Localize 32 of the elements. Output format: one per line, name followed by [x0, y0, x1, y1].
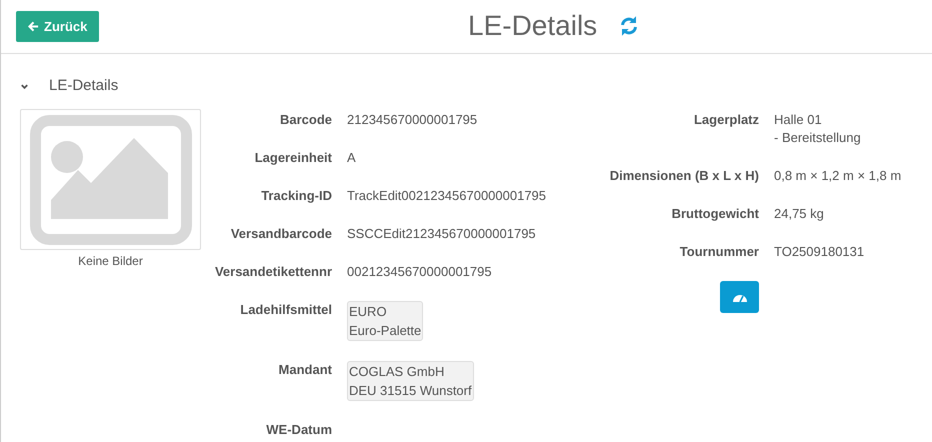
- field-value: 24,75 kg: [774, 205, 824, 223]
- field-value: 0,8 m × 1,2 m × 1,8 m: [774, 167, 902, 185]
- image-caption: Keine Bilder: [78, 253, 143, 270]
- field-label: Lagereinheit: [254, 149, 332, 167]
- refresh-icon[interactable]: [619, 16, 640, 36]
- value-tag: COGLAS GmbH DEU 31515 Wunstorf: [347, 361, 474, 401]
- field-value: SSCCEdit212345670000001795: [347, 225, 536, 243]
- field-label: Tracking-ID: [260, 187, 332, 205]
- field-label: Bruttogewicht: [670, 205, 759, 223]
- field-label: Tournummer: [678, 243, 759, 261]
- field-label: Lagerplatz: [692, 111, 759, 129]
- dashboard-button[interactable]: [720, 281, 759, 313]
- field-value: TrackEdit00212345670000001795: [347, 187, 546, 205]
- field-value: Halle 01 - Bereitstellung: [774, 111, 861, 147]
- image-icon: [30, 114, 192, 244]
- section-title: LE-Details: [49, 76, 118, 96]
- field-label: Mandant: [278, 361, 332, 379]
- field-label: Dimensionen (B x L x H): [608, 167, 759, 185]
- field-value: 212345670000001795: [347, 111, 478, 129]
- page-title: LE-Details: [468, 10, 598, 42]
- field-label: Ladehilfsmittel: [239, 301, 332, 319]
- field-label: Versandetikettennr: [214, 263, 332, 281]
- field-label: Versandbarcode: [230, 225, 332, 243]
- chevron-down-icon[interactable]: [20, 82, 29, 90]
- field-label: WE-Datum: [265, 421, 332, 439]
- back-button[interactable]: Zurück: [16, 11, 100, 42]
- field-value: TO2509180131: [774, 243, 864, 261]
- field-value: A: [347, 149, 356, 167]
- value-tag: EURO Euro-Palette: [347, 301, 424, 341]
- field-label: Barcode: [278, 111, 332, 129]
- field-value: 00212345670000001795: [347, 263, 492, 281]
- arrow-left-icon: [28, 21, 39, 32]
